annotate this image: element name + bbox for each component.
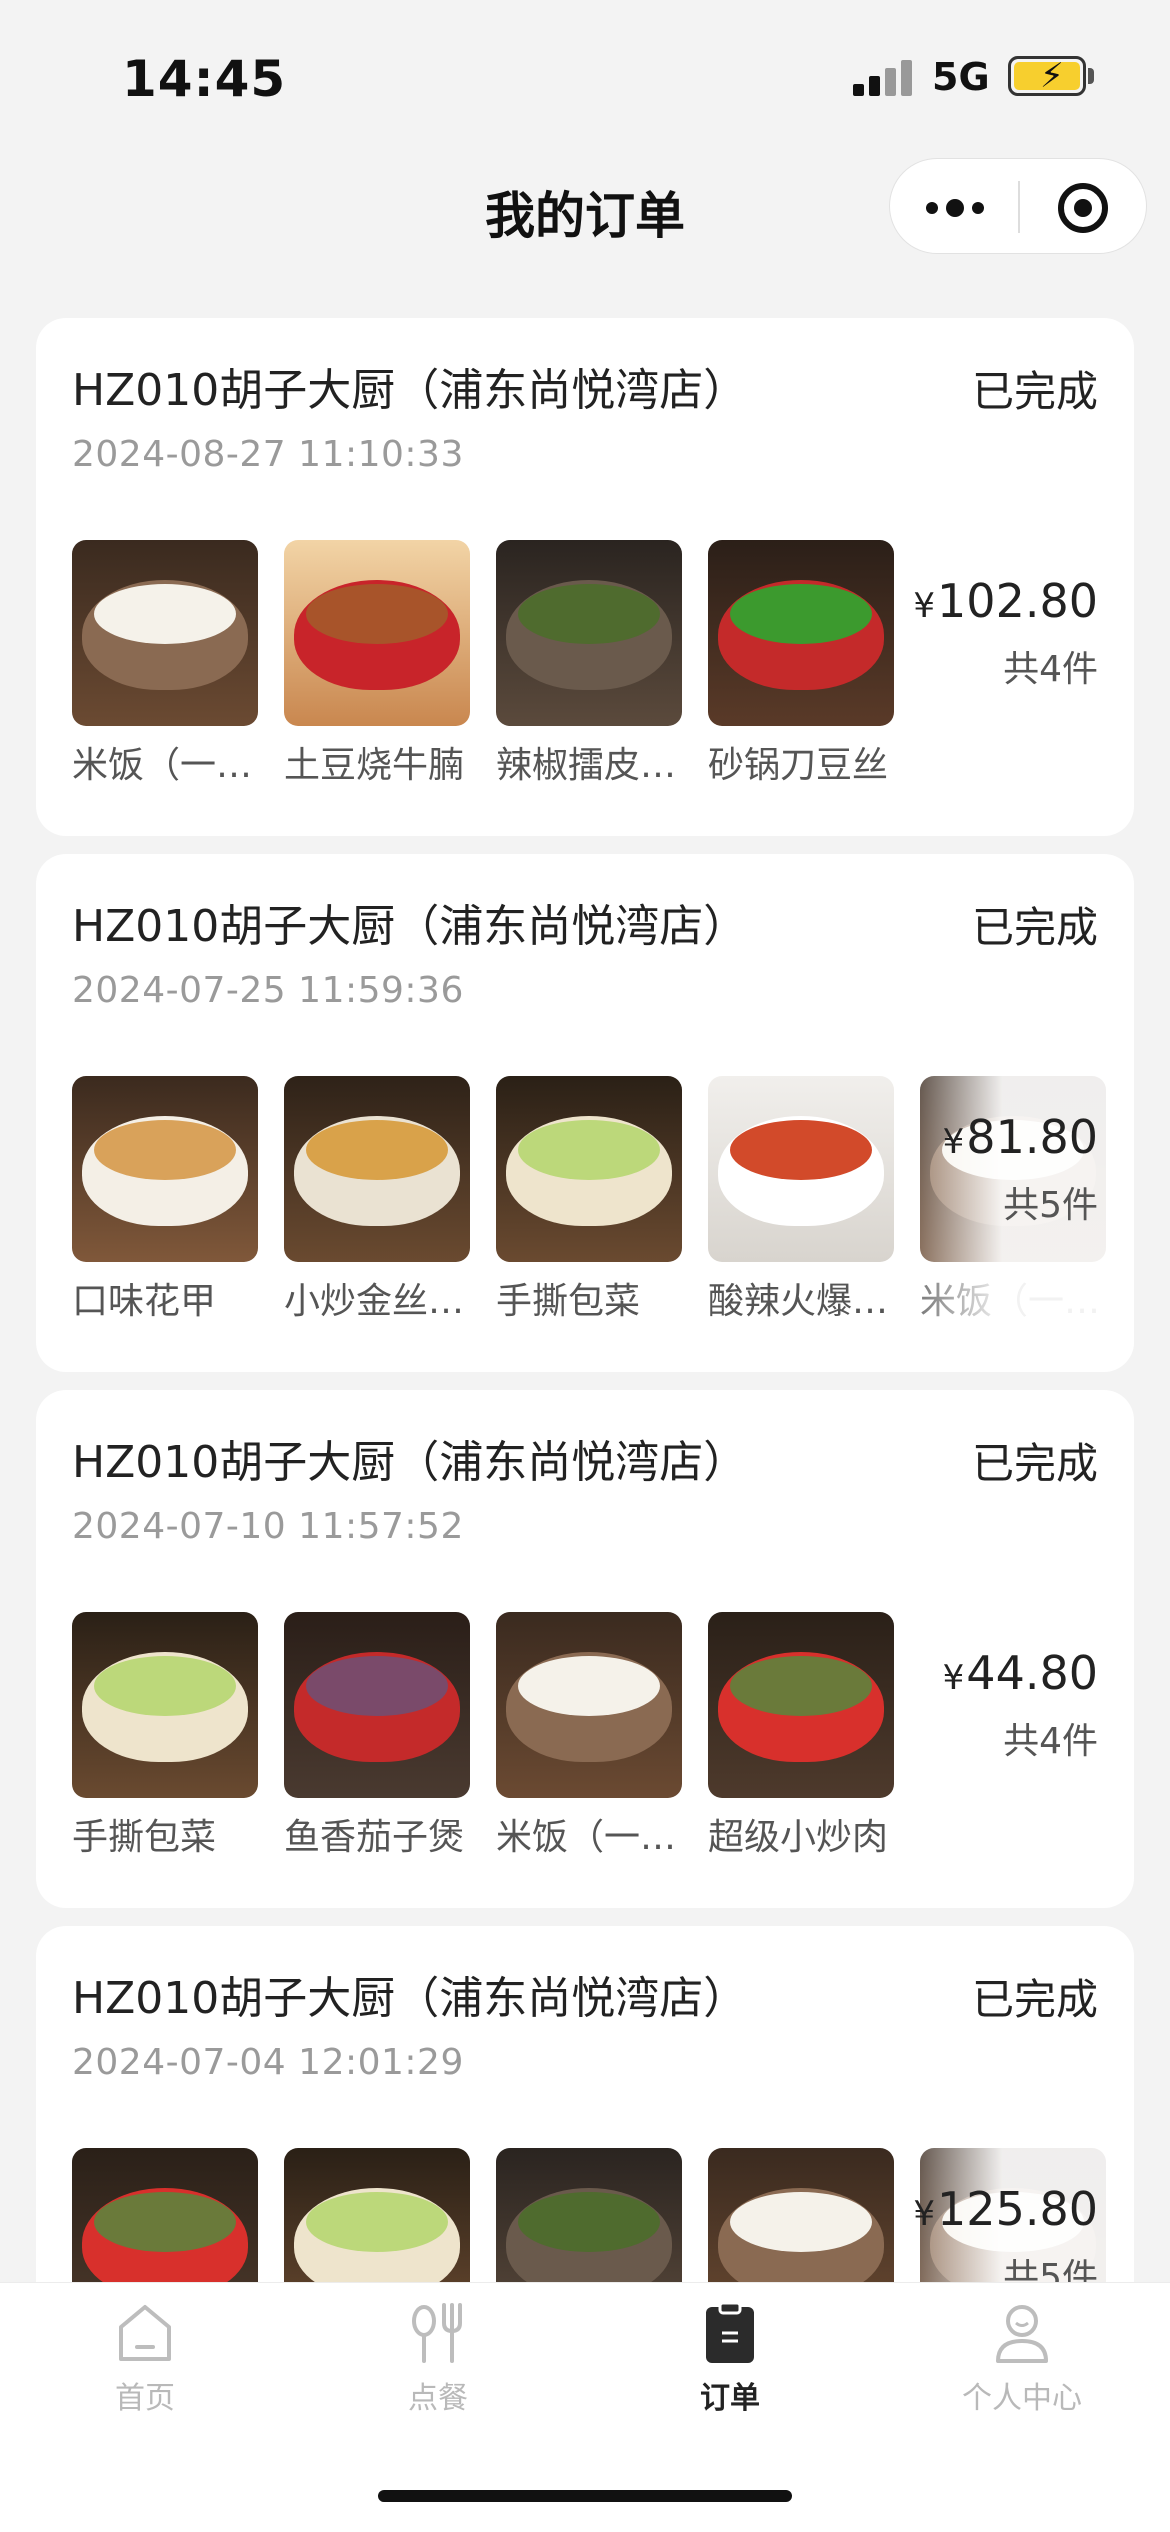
order-price: ¥44.80 (943, 1646, 1098, 1700)
dish-image (284, 1612, 470, 1798)
dish-name: 砂锅刀豆丝 (708, 745, 889, 786)
dish-image (496, 1612, 682, 1798)
more-icon[interactable] (926, 187, 988, 227)
signal-icon (853, 60, 913, 96)
tab-label: 首页 (115, 2381, 175, 2416)
order-status: 已完成 (971, 367, 1098, 416)
dish-image (708, 1076, 894, 1262)
order-item: 手撕包菜 (496, 1076, 682, 1324)
dish-name: 土豆烧牛腩 (284, 745, 465, 786)
order-item: 鱼香茄子煲 (284, 1612, 470, 1860)
home-indicator[interactable] (378, 2490, 792, 2502)
dish-name: 米饭（一… (72, 745, 253, 786)
status-time: 14:45 (122, 50, 287, 108)
order-card[interactable]: HZ010胡子大厨（浦东尚悦湾店） 已完成 2024-07-10 11:57:5… (36, 1390, 1134, 1908)
tab-orders[interactable]: 订单 (640, 2301, 820, 2417)
order-item: 辣椒擂皮… (496, 540, 682, 788)
order-card[interactable]: HZ010胡子大厨（浦东尚悦湾店） 已完成 2024-08-27 11:10:3… (36, 318, 1134, 836)
capsule-divider (1018, 181, 1020, 233)
battery-icon: ⚡ (1008, 56, 1086, 96)
dish-image (284, 540, 470, 726)
currency-symbol: ¥ (942, 1658, 965, 1698)
store-name: HZ010胡子大厨（浦东尚悦湾店） (72, 1437, 748, 1488)
order-time: 2024-07-04 12:01:29 (72, 2042, 464, 2083)
order-item: 超级小炒肉 (708, 1612, 894, 1860)
dish-image (496, 1076, 682, 1262)
currency-symbol: ¥ (913, 586, 936, 626)
order-list-page: { "status_bar": { "time": "14:45", "netw… (0, 0, 1170, 2532)
order-item: 小炒金丝… (284, 1076, 470, 1324)
dish-name: 米饭（一… (496, 1817, 677, 1858)
order-price: ¥125.80 (913, 2182, 1098, 2236)
home-icon (115, 2301, 175, 2365)
store-name: HZ010胡子大厨（浦东尚悦湾店） (72, 365, 748, 416)
utensils-icon (408, 2301, 468, 2365)
price-value: 102.80 (937, 574, 1098, 628)
order-summary: ¥102.80 共4件 (913, 574, 1098, 692)
order-status: 已完成 (971, 1439, 1098, 1488)
order-time: 2024-08-27 11:10:33 (72, 434, 464, 475)
order-price: ¥81.80 (943, 1110, 1098, 1164)
person-icon (992, 2301, 1052, 2365)
tab-home[interactable]: 首页 (55, 2301, 235, 2417)
order-status: 已完成 (971, 903, 1098, 952)
dish-name: 口味花甲 (72, 1281, 217, 1322)
order-price: ¥102.80 (913, 574, 1098, 628)
tab-order-food[interactable]: 点餐 (348, 2301, 528, 2417)
dish-name: 手撕包菜 (72, 1817, 217, 1858)
price-value: 81.80 (966, 1110, 1098, 1164)
order-summary: ¥44.80 共4件 (943, 1646, 1098, 1764)
order-time: 2024-07-25 11:59:36 (72, 970, 464, 1011)
clipboard-icon (700, 2301, 760, 2365)
order-card[interactable]: HZ010胡子大厨（浦东尚悦湾店） 已完成 2024-07-25 11:59:3… (36, 854, 1134, 1372)
order-item: 手撕包菜 (72, 1612, 258, 1860)
tab-label: 个人中心 (962, 2381, 1082, 2416)
dish-image (72, 1612, 258, 1798)
price-value: 44.80 (966, 1646, 1098, 1700)
order-item: 米饭（一… (72, 540, 258, 788)
order-item: 砂锅刀豆丝 (708, 540, 894, 788)
dish-image (496, 540, 682, 726)
status-bar: 14:45 5G ⚡ (0, 0, 1170, 150)
order-item: 口味花甲 (72, 1076, 258, 1324)
currency-symbol: ¥ (942, 1122, 965, 1162)
dish-image (72, 1076, 258, 1262)
dish-image (284, 1076, 470, 1262)
order-item: 米饭（一… (496, 1612, 682, 1860)
order-item: 酸辣火爆… (708, 1076, 894, 1324)
dish-image (72, 540, 258, 726)
price-value: 125.80 (937, 2182, 1098, 2236)
miniprogram-capsule (889, 158, 1147, 254)
order-item: 土豆烧牛腩 (284, 540, 470, 788)
dish-name: 酸辣火爆… (708, 1281, 889, 1322)
item-count: 共5件 (1003, 1185, 1098, 1226)
store-name: HZ010胡子大厨（浦东尚悦湾店） (72, 1973, 748, 2024)
tab-label: 点餐 (408, 2381, 468, 2416)
dish-name: 辣椒擂皮… (496, 745, 677, 786)
dish-image (708, 540, 894, 726)
dish-name: 超级小炒肉 (708, 1817, 889, 1858)
tab-profile[interactable]: 个人中心 (932, 2301, 1112, 2417)
item-count: 共4件 (1003, 649, 1098, 690)
order-status: 已完成 (971, 1975, 1098, 2024)
item-count: 共4件 (1003, 1721, 1098, 1762)
close-miniprogram-icon[interactable] (1058, 183, 1108, 233)
order-time: 2024-07-10 11:57:52 (72, 1506, 464, 1547)
dish-name: 手撕包菜 (496, 1281, 641, 1322)
store-name: HZ010胡子大厨（浦东尚悦湾店） (72, 901, 748, 952)
battery-tip (1088, 68, 1094, 84)
dish-name: 鱼香茄子煲 (284, 1817, 465, 1858)
order-summary: ¥81.80 共5件 (943, 1110, 1098, 1228)
network-label: 5G (932, 55, 990, 99)
dish-name: 小炒金丝… (284, 1281, 465, 1322)
dish-image (708, 1612, 894, 1798)
tab-label: 订单 (700, 2381, 760, 2416)
currency-symbol: ¥ (913, 2194, 936, 2234)
